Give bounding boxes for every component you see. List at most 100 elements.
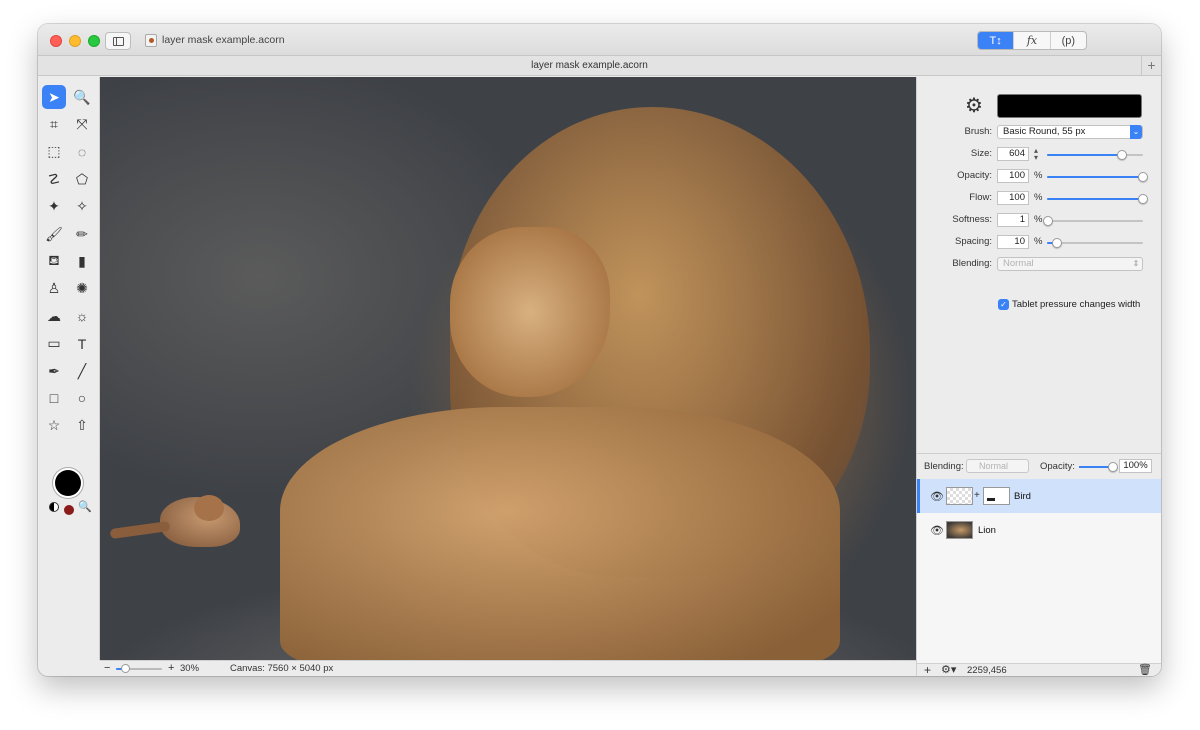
bezier-pen-tool-icon[interactable]: ✒ bbox=[42, 359, 66, 383]
text-tool-icon[interactable]: T bbox=[70, 332, 94, 356]
tablet-pressure-checkbox[interactable]: ✓ bbox=[998, 299, 1009, 310]
smudge-tool-icon[interactable]: ✺ bbox=[70, 277, 94, 301]
brush-inspector: ⚙ Brush: Basic Round, 55 px ⌄ Size: 604 … bbox=[916, 77, 1161, 676]
close-window-button[interactable] bbox=[50, 35, 62, 47]
oval-tool-icon[interactable]: ○ bbox=[70, 386, 94, 410]
flow-field[interactable]: 100 bbox=[997, 191, 1029, 205]
lion-layer-thumbnail bbox=[946, 521, 973, 539]
layers-header: Blending: Normal Opacity: 100% bbox=[917, 453, 1161, 479]
light-tool-icon[interactable]: ☼ bbox=[70, 304, 94, 328]
arrow-tool-icon[interactable]: ⇧ bbox=[70, 414, 94, 438]
select-arrow-tool-icon[interactable]: ➤ bbox=[42, 85, 66, 109]
visibility-eye-icon[interactable]: 👁 bbox=[930, 524, 944, 537]
zoom-slider[interactable] bbox=[116, 664, 162, 673]
eraser-tool-icon[interactable]: ▮ bbox=[70, 249, 94, 273]
layer-actions-gear-icon[interactable]: ⚙▾ bbox=[941, 663, 956, 676]
rectangle-tool-icon[interactable]: □ bbox=[42, 386, 66, 410]
star-tool-icon[interactable]: ☆ bbox=[42, 414, 66, 438]
blending-select[interactable]: Normal ⇕ bbox=[997, 257, 1143, 271]
layer-row-lion[interactable]: 👁 Lion bbox=[917, 513, 1161, 547]
layer-opacity-slider[interactable] bbox=[1079, 462, 1118, 472]
filters-button[interactable]: fx bbox=[1013, 32, 1049, 49]
minimize-window-button[interactable] bbox=[69, 35, 81, 47]
softness-slider-knob[interactable] bbox=[1042, 216, 1053, 226]
zoom-tool-icon[interactable]: 🔍 bbox=[70, 85, 94, 109]
zoom-out-button[interactable]: − bbox=[104, 662, 110, 674]
paint-bucket-tool-icon[interactable]: ⛾ bbox=[42, 249, 66, 273]
instant-alpha-tool-icon[interactable]: ✧ bbox=[70, 195, 94, 219]
bird-head bbox=[194, 495, 224, 521]
crop-tool-icon[interactable]: ⌗ bbox=[42, 112, 66, 136]
brush-settings-gear-icon[interactable]: ⚙ bbox=[965, 93, 983, 118]
pencil-tool-icon[interactable]: ✏ bbox=[70, 222, 94, 246]
softness-label: Softness: bbox=[952, 214, 992, 225]
sidebar-toggle-button[interactable] bbox=[105, 32, 131, 50]
tablet-pressure-label[interactable]: Tablet pressure changes width bbox=[1012, 299, 1140, 310]
sidebar-icon bbox=[113, 37, 124, 46]
transform-tool-icon[interactable]: ⤧ bbox=[70, 112, 94, 136]
flow-slider-knob[interactable] bbox=[1138, 194, 1148, 204]
mask-link-icon: + bbox=[974, 490, 980, 501]
color-picker-magnifier-icon[interactable]: 🔍 bbox=[78, 500, 92, 513]
layer-blending-select[interactable]: Normal bbox=[966, 459, 1029, 473]
blending-value: Normal bbox=[1003, 258, 1034, 269]
spacing-slider[interactable] bbox=[1047, 238, 1143, 248]
gradient-tool-icon[interactable]: ▭ bbox=[42, 332, 66, 356]
spacing-label: Spacing: bbox=[955, 236, 992, 247]
spacing-slider-knob[interactable] bbox=[1051, 238, 1062, 248]
plugins-button[interactable]: (p) bbox=[1049, 32, 1086, 49]
window-title: layer mask example.acorn bbox=[162, 34, 285, 46]
delete-layer-trash-icon[interactable]: 🗑 bbox=[1138, 663, 1152, 676]
ellipse-marquee-tool-icon[interactable]: ◌ bbox=[70, 140, 94, 164]
softness-slider[interactable] bbox=[1042, 216, 1143, 226]
zoom-window-button[interactable] bbox=[88, 35, 100, 47]
layer-opacity-field[interactable]: 100% bbox=[1119, 459, 1152, 473]
add-layer-button[interactable]: + bbox=[924, 663, 931, 676]
new-tab-button[interactable]: + bbox=[1141, 56, 1161, 76]
image-canvas[interactable] bbox=[100, 77, 916, 660]
layers-list: 👁 + Bird 👁 Lion bbox=[917, 479, 1161, 663]
visibility-eye-icon[interactable]: 👁 bbox=[930, 490, 944, 503]
bird-mask-thumbnail[interactable] bbox=[983, 487, 1010, 505]
clone-tool-icon[interactable]: ♙ bbox=[42, 277, 66, 301]
tool-inspector-button[interactable]: T↕ bbox=[978, 32, 1014, 49]
size-slider-knob[interactable] bbox=[1116, 150, 1127, 160]
spacing-field[interactable]: 10 bbox=[997, 235, 1029, 249]
zoom-in-button[interactable]: + bbox=[168, 662, 174, 674]
zoom-slider-knob[interactable] bbox=[121, 664, 131, 673]
layer-row-bird[interactable]: 👁 + Bird bbox=[917, 479, 1161, 513]
zoom-level[interactable]: 30% bbox=[180, 663, 199, 674]
flow-slider[interactable] bbox=[1047, 194, 1148, 204]
softness-unit: % bbox=[1034, 214, 1043, 225]
size-field[interactable]: 604 bbox=[997, 147, 1029, 161]
lasso-tool-icon[interactable]: ☡ bbox=[42, 167, 66, 191]
opacity-slider[interactable] bbox=[1047, 172, 1148, 182]
layer-name: Lion bbox=[978, 525, 996, 536]
layer-opacity-slider-knob[interactable] bbox=[1108, 462, 1118, 472]
shape-cloud-tool-icon[interactable]: ☁ bbox=[42, 304, 66, 328]
foreground-color-swatch[interactable] bbox=[55, 470, 81, 496]
opacity-field[interactable]: 100 bbox=[997, 169, 1029, 183]
toolbox: 🔍 ➤ 🔍 ⌗ ⤧ ⬚ ◌ ☡ ⬠ ✦ ✧ 🖌 ✏ ⛾ ▮ ♙ ✺ ☁ ☼ ▭ T ✒ ╱ □ ○ ☆ ⇧ bbox=[38, 77, 100, 660]
line-tool-icon[interactable]: ╱ bbox=[70, 359, 94, 383]
document-icon bbox=[145, 34, 157, 47]
magic-wand-tool-icon[interactable]: ✦ bbox=[42, 195, 66, 219]
document-tab[interactable]: layer mask example.acorn bbox=[38, 60, 1141, 71]
size-slider[interactable] bbox=[1047, 150, 1143, 160]
brush-color-well[interactable] bbox=[997, 94, 1142, 118]
flow-label: Flow: bbox=[969, 192, 992, 203]
background-color-swatch[interactable] bbox=[64, 505, 74, 515]
opacity-slider-knob[interactable] bbox=[1138, 172, 1148, 182]
layer-blending-label: Blending: bbox=[924, 461, 964, 472]
size-label: Size: bbox=[970, 148, 992, 159]
status-bar: − + 30% Canvas: 7560 × 5040 px bbox=[100, 660, 916, 676]
polygon-lasso-tool-icon[interactable]: ⬠ bbox=[70, 167, 94, 191]
rect-marquee-tool-icon[interactable]: ⬚ bbox=[42, 140, 66, 164]
softness-field[interactable]: 1 bbox=[997, 213, 1029, 227]
brush-preset-select[interactable]: Basic Round, 55 px ⌄ bbox=[997, 125, 1143, 139]
size-stepper[interactable]: ▴ ▾ bbox=[1032, 147, 1040, 162]
brush-tool-icon[interactable]: 🖌 bbox=[42, 222, 66, 246]
chevron-down-icon: ⌄ bbox=[1130, 125, 1142, 139]
blending-label: Blending: bbox=[952, 258, 992, 269]
default-colors-icon[interactable] bbox=[49, 502, 59, 512]
